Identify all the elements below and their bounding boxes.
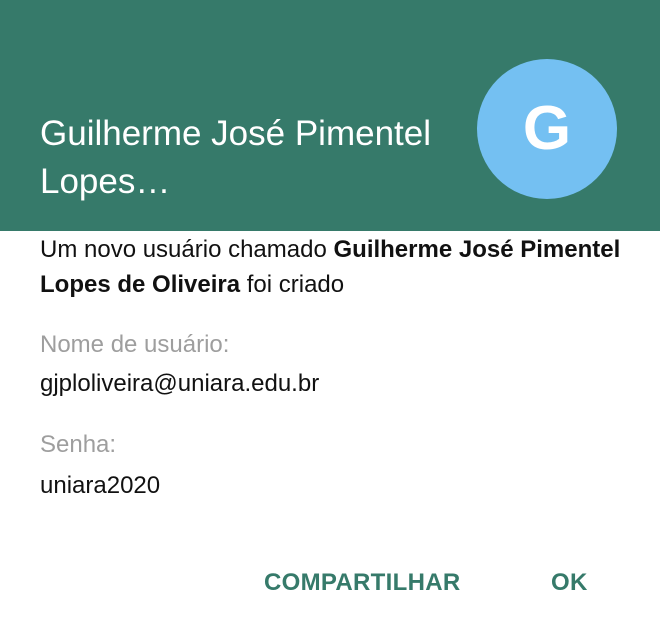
avatar-letter: G: [522, 94, 572, 163]
ok-button[interactable]: OK: [551, 565, 588, 601]
dialog-header: Guilherme José Pimentel Lopes… G: [0, 0, 660, 231]
message-prefix: Um novo usuário chamado: [40, 236, 334, 263]
share-button[interactable]: COMPARTILHAR: [264, 565, 460, 601]
username-value: gjploliveira@uniara.edu.br: [40, 370, 320, 397]
password-label: Senha:: [40, 431, 117, 458]
password-value: uniara2020: [40, 472, 161, 499]
dialog-title: Guilherme José Pimentel Lopes…: [40, 114, 431, 201]
avatar: G: [477, 59, 617, 199]
message-suffix: foi criado: [240, 271, 345, 298]
creation-message: Um novo usuário chamado Guilherme José P…: [40, 231, 630, 302]
username-label: Nome de usuário:: [40, 331, 230, 358]
